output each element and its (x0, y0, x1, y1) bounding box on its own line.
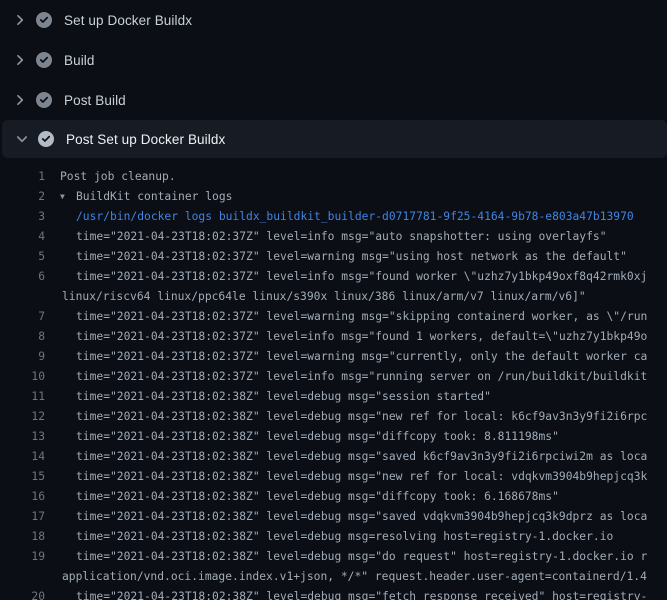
log-line[interactable]: 13 time="2021-04-23T18:02:38Z" level=deb… (0, 427, 667, 447)
log-text: time="2021-04-23T18:02:37Z" level=info m… (76, 227, 607, 247)
steps-list: Set up Docker Buildx Build Post Build (0, 0, 667, 158)
log-line[interactable]: 11 time="2021-04-23T18:02:38Z" level=deb… (0, 387, 667, 407)
check-circle-icon (38, 131, 54, 147)
log-line[interactable]: 2 ▼ BuildKit container logs (0, 187, 667, 207)
line-number[interactable]: 9 (0, 347, 45, 367)
line-number[interactable]: 3 (0, 207, 45, 227)
log-text: time="2021-04-23T18:02:37Z" level=warnin… (76, 247, 627, 267)
log-line[interactable]: 1 Post job cleanup. (0, 167, 667, 187)
check-circle-icon (36, 92, 52, 108)
line-number[interactable]: 2 (0, 187, 45, 207)
log-text: linux/riscv64 linux/ppc64le linux/s390x … (62, 287, 586, 307)
step-row[interactable]: Post Build (0, 80, 667, 120)
log-text: time="2021-04-23T18:02:37Z" level=warnin… (76, 307, 647, 327)
log-line[interactable]: 16 time="2021-04-23T18:02:38Z" level=deb… (0, 487, 667, 507)
log-text: time="2021-04-23T18:02:38Z" level=debug … (76, 507, 647, 527)
log-line[interactable]: 14 time="2021-04-23T18:02:38Z" level=deb… (0, 447, 667, 467)
line-number[interactable]: 5 (0, 247, 45, 267)
log-text: time="2021-04-23T18:02:38Z" level=debug … (76, 427, 559, 447)
step-label: Build (64, 53, 95, 68)
log-text: application/vnd.oci.image.index.v1+json,… (62, 567, 647, 587)
line-number[interactable] (0, 567, 45, 587)
log-text: time="2021-04-23T18:02:38Z" level=debug … (76, 487, 559, 507)
log-line[interactable]: 5 time="2021-04-23T18:02:37Z" level=warn… (0, 247, 667, 267)
log-text: time="2021-04-23T18:02:38Z" level=debug … (76, 547, 647, 567)
line-number[interactable]: 20 (0, 587, 45, 600)
log-text: time="2021-04-23T18:02:38Z" level=debug … (76, 407, 647, 427)
log-line[interactable]: 3 /usr/bin/docker logs buildx_buildkit_b… (0, 207, 667, 227)
log-text: time="2021-04-23T18:02:37Z" level=info m… (76, 327, 647, 347)
line-number[interactable]: 1 (0, 167, 45, 187)
log-text: time="2021-04-23T18:02:38Z" level=debug … (76, 467, 647, 487)
line-number[interactable]: 18 (0, 527, 45, 547)
line-number[interactable]: 15 (0, 467, 45, 487)
log-line[interactable]: 4 time="2021-04-23T18:02:37Z" level=info… (0, 227, 667, 247)
chevron-right-icon[interactable] (12, 12, 28, 28)
step-label: Post Set up Docker Buildx (66, 132, 225, 147)
step-label: Set up Docker Buildx (64, 13, 192, 28)
line-number[interactable]: 12 (0, 407, 45, 427)
log-text: time="2021-04-23T18:02:38Z" level=debug … (76, 587, 647, 600)
log-area: 1 Post job cleanup. 2 ▼ BuildKit contain… (0, 158, 667, 600)
line-number[interactable]: 10 (0, 367, 45, 387)
log-line[interactable]: 10 time="2021-04-23T18:02:37Z" level=inf… (0, 367, 667, 387)
chevron-down-icon[interactable] (14, 131, 30, 147)
log-line[interactable]: 15 time="2021-04-23T18:02:38Z" level=deb… (0, 467, 667, 487)
line-number[interactable]: 16 (0, 487, 45, 507)
line-number[interactable]: 11 (0, 387, 45, 407)
log-text: time="2021-04-23T18:02:37Z" level=info m… (76, 367, 647, 387)
log-text: Post job cleanup. (60, 167, 176, 187)
check-circle-icon (36, 52, 52, 68)
log-text: time="2021-04-23T18:02:37Z" level=warnin… (76, 347, 647, 367)
line-number[interactable]: 14 (0, 447, 45, 467)
log-text: time="2021-04-23T18:02:38Z" level=debug … (76, 387, 491, 407)
step-label: Post Build (64, 93, 126, 108)
line-number[interactable]: 4 (0, 227, 45, 247)
log-line[interactable]: 19 time="2021-04-23T18:02:38Z" level=deb… (0, 547, 667, 567)
line-number[interactable]: 8 (0, 327, 45, 347)
step-row[interactable]: Build (0, 40, 667, 80)
log-line[interactable]: 18 time="2021-04-23T18:02:38Z" level=deb… (0, 527, 667, 547)
log-line[interactable]: 6 time="2021-04-23T18:02:37Z" level=info… (0, 267, 667, 287)
log-text: BuildKit container logs (76, 187, 232, 207)
group-collapse-icon[interactable]: ▼ (60, 187, 76, 207)
line-number[interactable]: 13 (0, 427, 45, 447)
line-number[interactable]: 6 (0, 267, 45, 287)
log-text: time="2021-04-23T18:02:37Z" level=info m… (76, 267, 647, 287)
log-line[interactable]: 8 time="2021-04-23T18:02:37Z" level=info… (0, 327, 667, 347)
log-line[interactable]: linux/riscv64 linux/ppc64le linux/s390x … (0, 287, 667, 307)
log-line[interactable]: 20 time="2021-04-23T18:02:38Z" level=deb… (0, 587, 667, 600)
line-number[interactable]: 7 (0, 307, 45, 327)
log-line[interactable]: 7 time="2021-04-23T18:02:37Z" level=warn… (0, 307, 667, 327)
check-circle-icon (36, 12, 52, 28)
step-row[interactable]: Post Set up Docker Buildx (2, 120, 667, 158)
log-line[interactable]: application/vnd.oci.image.index.v1+json,… (0, 567, 667, 587)
line-number[interactable]: 17 (0, 507, 45, 527)
log-text: time="2021-04-23T18:02:38Z" level=debug … (76, 447, 647, 467)
log-line[interactable]: 12 time="2021-04-23T18:02:38Z" level=deb… (0, 407, 667, 427)
step-row[interactable]: Set up Docker Buildx (0, 0, 667, 40)
log-text: time="2021-04-23T18:02:38Z" level=debug … (76, 527, 613, 547)
chevron-right-icon[interactable] (12, 92, 28, 108)
line-number[interactable] (0, 287, 45, 307)
log-line[interactable]: 9 time="2021-04-23T18:02:37Z" level=warn… (0, 347, 667, 367)
log-text: /usr/bin/docker logs buildx_buildkit_bui… (76, 207, 634, 227)
workflow-log-viewer: Set up Docker Buildx Build Post Build (0, 0, 667, 600)
chevron-right-icon[interactable] (12, 52, 28, 68)
line-number[interactable]: 19 (0, 547, 45, 567)
log-line[interactable]: 17 time="2021-04-23T18:02:38Z" level=deb… (0, 507, 667, 527)
